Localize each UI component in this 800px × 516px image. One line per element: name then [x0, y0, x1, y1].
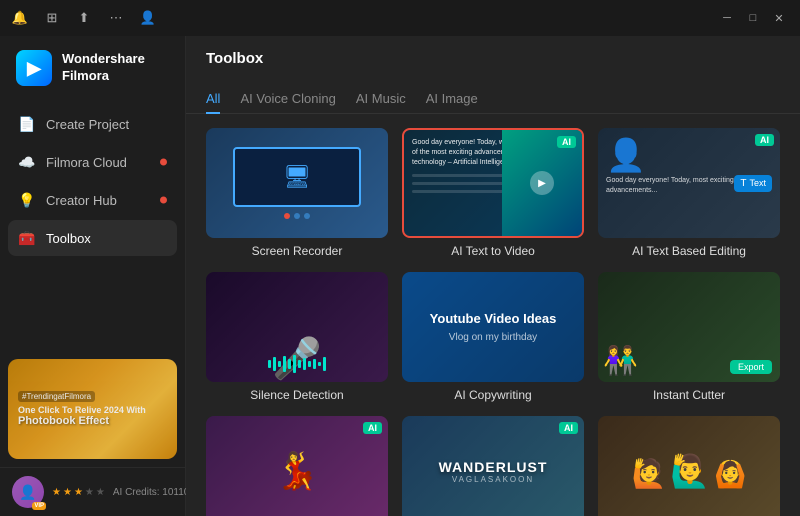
person-emoji: 👤	[606, 136, 646, 174]
card-row3-right[interactable]: 🙋 🙋‍♂️ 🙆	[598, 416, 780, 516]
sidebar-item-label: Filmora Cloud	[46, 155, 127, 170]
card-label: Instant Cutter	[598, 388, 780, 402]
card-silence-detection[interactable]: 🎤	[206, 272, 388, 402]
titlebar: 🔔 ⊞ ⬆ ⋯ 👤 ─ □ ✕	[0, 0, 800, 36]
star-5: ★	[96, 487, 105, 498]
ai-badge: AI	[557, 136, 576, 148]
notification-dot	[160, 197, 167, 204]
app-body: ▶ Wondershare Filmora 📄 Create Project ☁…	[0, 36, 800, 516]
tab-ai-image[interactable]: AI Image	[426, 85, 478, 114]
monitor-icon: 🖥	[233, 147, 360, 208]
tabs: All AI Voice Cloning AI Music AI Image	[186, 85, 800, 114]
sidebar-item-label: Toolbox	[46, 231, 91, 246]
people-group: 🙋 🙋‍♂️ 🙆	[631, 452, 746, 490]
promo-line1: One Click To Relive 2024 With	[18, 405, 146, 415]
card-thumb-row3-right: 🙋 🙋‍♂️ 🙆	[598, 416, 780, 516]
main-content: Toolbox All AI Voice Cloning AI Music AI…	[186, 36, 800, 516]
sidebar: ▶ Wondershare Filmora 📄 Create Project ☁…	[0, 36, 186, 516]
titlebar-controls: ─ □ ✕	[718, 9, 788, 27]
card-row3-mid[interactable]: AI WANDERLUST VAGLASAKOON	[402, 416, 584, 516]
star-2: ★	[63, 487, 72, 498]
card-label: Screen Recorder	[206, 244, 388, 258]
card-screen-recorder[interactable]: 🖥 Screen Recorder	[206, 128, 388, 258]
rec-dot	[304, 213, 310, 219]
sidebar-item-label: Create Project	[46, 117, 129, 132]
waveform	[206, 354, 388, 374]
user-credits: AI Credits: 101107	[113, 487, 195, 498]
promo-bg: #TrendingatFilmora One Click To Relive 2…	[8, 359, 177, 459]
sidebar-item-filmora-cloud[interactable]: ☁️ Filmora Cloud	[8, 144, 177, 180]
ai-badge: AI	[559, 422, 578, 434]
card-label: AI Text to Video	[402, 244, 584, 258]
card-label: AI Text Based Editing	[598, 244, 780, 258]
vip-badge: VIP	[32, 502, 46, 510]
card-ai-copywriting[interactable]: Youtube Video Ideas Vlog on my birthday …	[402, 272, 584, 402]
titlebar-icons: 🔔 ⊞ ⬆ ⋯ 👤	[12, 10, 156, 26]
star-4: ★	[85, 487, 94, 498]
star-3: ★	[74, 487, 83, 498]
rec-dot	[294, 213, 300, 219]
create-project-icon: 📄	[18, 115, 36, 133]
creator-hub-icon: 💡	[18, 191, 36, 209]
avatar: 👤 VIP	[12, 476, 44, 508]
card-instant-cutter[interactable]: 👫 Export Instant Cutter	[598, 272, 780, 402]
sidebar-item-toolbox[interactable]: 🧰 Toolbox	[8, 220, 177, 256]
promo-tag: #TrendingatFilmora	[18, 391, 95, 402]
cards-grid: 🖥 Screen Recorder AI	[206, 128, 780, 516]
card-thumb-screen-recorder: 🖥	[206, 128, 388, 238]
notification-icon[interactable]: 🔔	[12, 10, 28, 26]
tab-ai-voice-cloning[interactable]: AI Voice Cloning	[240, 85, 335, 114]
card-ai-text-to-video[interactable]: AI Good day everyone! Today, we'll be di…	[402, 128, 584, 258]
card-thumb-instant-cutter: 👫 Export	[598, 272, 780, 382]
card-thumb-ai-text-editing: AI 👤 Good day everyone! Today, most exci…	[598, 128, 780, 238]
main-header: Toolbox	[186, 36, 800, 85]
card-thumb-silence-detection: 🎤	[206, 272, 388, 382]
rec-dots	[284, 213, 310, 219]
sidebar-item-label: Creator Hub	[46, 193, 117, 208]
sidebar-item-create-project[interactable]: 📄 Create Project	[8, 106, 177, 142]
export-badge: Export	[730, 360, 772, 374]
close-button[interactable]: ✕	[770, 9, 788, 27]
filmora-cloud-icon: ☁️	[18, 153, 36, 171]
card-thumb-row3-mid: AI WANDERLUST VAGLASAKOON	[402, 416, 584, 516]
card-thumb-ai-copywriting: Youtube Video Ideas Vlog on my birthday	[402, 272, 584, 382]
brand-logo: ▶	[16, 50, 52, 86]
ai-badge: AI	[755, 134, 774, 146]
wanderlust-content: WANDERLUST VAGLASAKOON	[439, 459, 548, 484]
sidebar-nav: 📄 Create Project ☁️ Filmora Cloud 💡 Crea…	[0, 106, 185, 351]
card-thumb-ai-text-video: AI Good day everyone! Today, we'll be di…	[402, 128, 584, 238]
tab-all[interactable]: All	[206, 85, 220, 114]
card-thumb-row3-left: AI 💃	[206, 416, 388, 516]
grid-icon[interactable]: ⊞	[44, 10, 60, 26]
promo-banner[interactable]: #TrendingatFilmora One Click To Relive 2…	[8, 359, 177, 459]
vlog-sub-text: Vlog on my birthday	[449, 332, 537, 343]
card-label: AI Copywriting	[402, 388, 584, 402]
toolbox-icon: 🧰	[18, 229, 36, 247]
page-title: Toolbox	[206, 50, 780, 67]
rec-dot-active	[284, 213, 290, 219]
apps-icon[interactable]: ⋯	[108, 10, 124, 26]
brand: ▶ Wondershare Filmora	[0, 36, 185, 100]
ai-badge: AI	[363, 422, 382, 434]
promo-line2: Photobook Effect	[18, 415, 109, 427]
card-ai-text-based-editing[interactable]: AI 👤 Good day everyone! Today, most exci…	[598, 128, 780, 258]
tab-ai-music[interactable]: AI Music	[356, 85, 406, 114]
cloud-upload-icon[interactable]: ⬆	[76, 10, 92, 26]
card-label: Silence Detection	[206, 388, 388, 402]
maximize-button[interactable]: □	[744, 9, 762, 27]
notification-dot	[160, 159, 167, 166]
cards-container: 🖥 Screen Recorder AI	[186, 114, 800, 516]
profile-icon[interactable]: 👤	[140, 10, 156, 26]
minimize-button[interactable]: ─	[718, 9, 736, 27]
star-1: ★	[52, 487, 61, 498]
play-button: ▶	[530, 171, 554, 195]
youtube-ideas-text: Youtube Video Ideas	[430, 311, 557, 326]
brand-name: Wondershare Filmora	[62, 51, 145, 85]
person-emoji: 💃	[275, 450, 320, 492]
sidebar-user[interactable]: 👤 VIP ★ ★ ★ ★ ★ AI Credits: 101107 ›	[0, 467, 185, 516]
sidebar-item-creator-hub[interactable]: 💡 Creator Hub	[8, 182, 177, 218]
people-emoji: 👫	[603, 344, 638, 377]
user-stars: ★ ★ ★ ★ ★	[52, 487, 105, 498]
card-row3-left[interactable]: AI 💃	[206, 416, 388, 516]
